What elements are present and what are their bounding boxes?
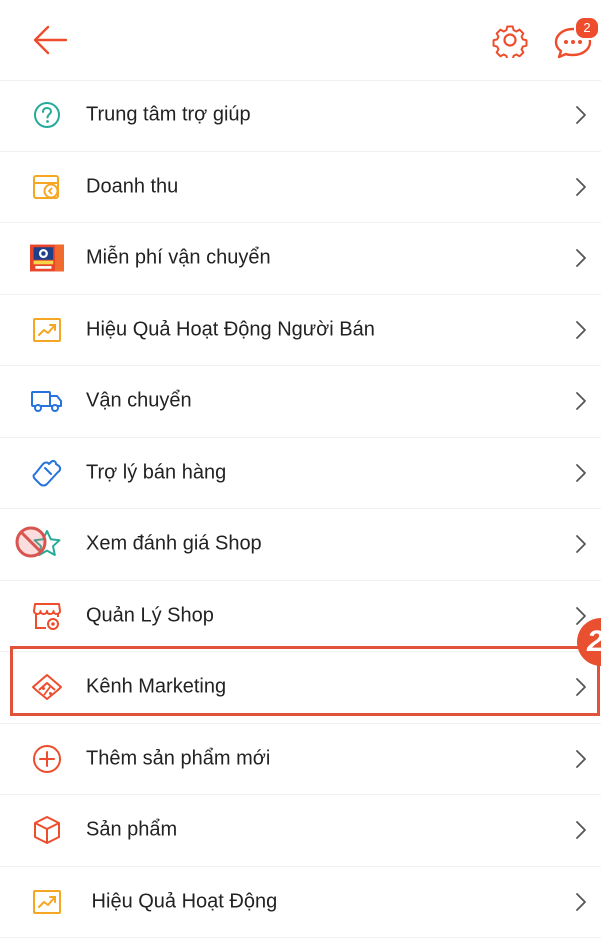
chevron-right-icon [574,390,588,412]
menu-item-label: Miễn phí vận chuyển [86,247,271,270]
arrow-left-icon [30,22,70,58]
add-circle-icon [30,742,64,776]
menu-item-performance[interactable]: Hiệu Quả Hoạt Động [0,867,601,938]
marketing-tag-icon [30,670,64,704]
menu-item-shipping[interactable]: Vận chuyển [0,366,601,438]
gear-icon [492,22,528,58]
menu-item-help-center[interactable]: Trung tâm trợ giúp [0,80,601,152]
performance-chart-icon [30,885,64,919]
menu-item-sales-assistant[interactable]: Trợ lý bán hàng [0,438,601,510]
menu-item-shop-reviews[interactable]: Xem đánh giá Shop [0,509,601,581]
menu-item-revenue[interactable]: Doanh thu [0,152,601,224]
menu-item-label: Hiệu Quả Hoạt Động Người Bán [86,318,375,341]
menu-item-add-product[interactable]: Thêm sản phẩm mới [0,724,601,796]
chevron-right-icon [574,533,588,555]
free-shipping-banner-icon [30,241,64,275]
menu-item-label: Trợ lý bán hàng [86,461,226,484]
menu-item-label: Vận chuyển [86,390,192,413]
chevron-right-icon [574,247,588,269]
chevron-right-icon [574,176,588,198]
chat-button[interactable]: 2 [553,16,597,60]
menu-item-shop-management[interactable]: Quản Lý Shop [0,581,601,653]
chevron-right-icon [574,819,588,841]
revenue-wallet-icon [30,170,64,204]
menu-item-label: Thêm sản phẩm mới [86,747,270,770]
chat-unread-badge: 2 [574,16,600,40]
menu-item-label: Quản Lý Shop [86,604,214,627]
sales-assistant-hand-icon [30,456,64,490]
menu-item-label: Trung tâm trợ giúp [86,104,251,127]
menu-item-label: Xem đánh giá Shop [86,533,262,556]
performance-chart-icon [30,313,64,347]
chevron-right-icon [574,748,588,770]
chevron-right-icon [574,462,588,484]
menu-item-seller-performance[interactable]: Hiệu Quả Hoạt Động Người Bán [0,295,601,367]
settings-button[interactable] [492,22,528,58]
menu-item-products[interactable]: Sản phẩm [0,795,601,867]
help-circle-icon [30,98,64,132]
chevron-right-icon [574,319,588,341]
product-box-icon [30,813,64,847]
blocked-sign-icon [14,525,48,559]
menu-item-marketing-channel[interactable]: Kênh Marketing [0,652,601,724]
top-bar: 2 [0,0,601,81]
menu-item-label: Sản phẩm [86,819,177,842]
back-button[interactable] [30,22,70,58]
menu-item-free-shipping[interactable]: Miễn phí vận chuyển [0,223,601,295]
truck-icon [30,384,64,418]
menu-item-label: Doanh thu [86,175,178,198]
chevron-right-icon [574,891,588,913]
chevron-right-icon [574,104,588,126]
shop-settings-icon [30,599,64,633]
seller-menu-list: Trung tâm trợ giúp Doanh thu [0,80,601,938]
menu-item-label: Kênh Marketing [86,676,226,699]
chevron-right-icon [574,676,588,698]
menu-item-label: Hiệu Quả Hoạt Động [86,890,277,913]
